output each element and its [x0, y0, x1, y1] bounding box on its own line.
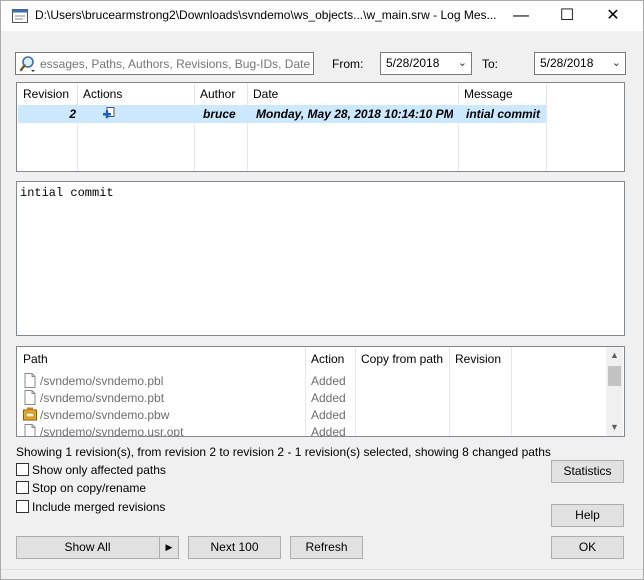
column-divider	[546, 105, 547, 171]
help-button[interactable]: Help	[551, 504, 624, 527]
status-text: Showing 1 revision(s), from revision 2 t…	[16, 445, 551, 459]
dropdown-arrow-icon[interactable]: ▶	[159, 537, 178, 558]
path-cell: /svndemo/svndemo.pbl	[40, 374, 164, 388]
checkbox-label: Stop on copy/rename	[32, 481, 147, 495]
path-cell: /svndemo/svndemo.pbt	[40, 391, 165, 405]
column-header-revision[interactable]: Revision	[18, 83, 78, 105]
checkbox-box[interactable]	[16, 500, 29, 513]
revision-row[interactable]: 2 bruce Monday, May 28, 2018 10:14:10 PM…	[18, 105, 546, 123]
minimize-button[interactable]: —	[498, 1, 544, 31]
column-header-message[interactable]: Message	[459, 83, 547, 105]
search-icon[interactable]	[19, 55, 37, 73]
path-cell: /svndemo/svndemo.usr.opt	[40, 425, 184, 437]
maximize-button[interactable]: ☐	[544, 1, 590, 31]
show-affected-paths-checkbox[interactable]: Show only affected paths	[16, 463, 316, 479]
scroll-thumb[interactable]	[608, 366, 621, 386]
chevron-down-icon[interactable]: ⌄	[612, 53, 621, 74]
log-message-text[interactable]: intial commit	[16, 181, 625, 336]
action-cell: Added	[311, 408, 346, 422]
scroll-up-arrow-icon[interactable]: ▲	[606, 347, 623, 364]
checkbox-label: Show only affected paths	[32, 463, 166, 477]
column-header-author[interactable]: Author	[195, 83, 248, 105]
to-date-value: 5/28/2018	[540, 56, 594, 70]
search-input[interactable]	[40, 55, 310, 72]
show-all-label: Show All	[64, 540, 111, 554]
stop-on-copy-checkbox[interactable]: Stop on copy/rename	[16, 481, 316, 497]
added-action-icon	[103, 107, 115, 119]
file-icon	[24, 424, 36, 436]
path-row[interactable]: /svndemo/svndemo.pbw Added	[18, 406, 606, 423]
revision-number: 2	[69, 107, 76, 121]
column-header-date[interactable]: Date	[248, 83, 459, 105]
from-label: From:	[332, 57, 364, 71]
to-date-picker[interactable]: 5/28/2018 ⌄	[534, 52, 626, 75]
close-button[interactable]: ✕	[590, 1, 636, 31]
changed-paths-list[interactable]: Path Action Copy from path Revision /svn…	[16, 346, 625, 437]
column-header-action[interactable]: Action	[306, 347, 356, 371]
file-icon	[24, 373, 36, 388]
window-title: D:\Users\brucearmstrong2\Downloads\svnde…	[35, 8, 497, 22]
checkbox-box[interactable]	[16, 481, 29, 494]
show-all-button[interactable]: Show All ▶	[16, 536, 179, 559]
paths-scrollbar[interactable]: ▲ ▼	[606, 347, 623, 436]
from-date-value: 5/28/2018	[386, 56, 440, 70]
workspace-icon	[23, 407, 37, 421]
path-cell: /svndemo/svndemo.pbw	[40, 408, 170, 422]
from-date-picker[interactable]: 5/28/2018 ⌄	[380, 52, 472, 75]
action-cell: Added	[311, 374, 346, 388]
path-row[interactable]: /svndemo/svndemo.usr.opt Added	[18, 423, 606, 437]
author-cell: bruce	[203, 107, 236, 121]
action-cell: Added	[311, 425, 346, 437]
to-label: To:	[482, 57, 499, 71]
window-bottom-edge	[1, 569, 643, 570]
column-header-path[interactable]: Path	[18, 347, 306, 371]
refresh-button[interactable]: Refresh	[290, 536, 363, 559]
message-cell: intial commit	[466, 107, 541, 121]
path-row[interactable]: /svndemo/svndemo.pbt Added	[18, 389, 606, 406]
revisions-list[interactable]: Revision Actions Author Date Message 2 b…	[16, 82, 625, 172]
checkbox-box[interactable]	[16, 463, 29, 476]
column-header-actions[interactable]: Actions	[78, 83, 195, 105]
app-icon	[12, 9, 28, 23]
column-header-copy-from-path[interactable]: Copy from path	[356, 347, 450, 371]
log-messages-window: D:\Users\brucearmstrong2\Downloads\svnde…	[0, 0, 644, 580]
ok-button[interactable]: OK	[551, 536, 624, 559]
title-bar[interactable]: D:\Users\brucearmstrong2\Downloads\svnde…	[1, 1, 643, 31]
checkbox-label: Include merged revisions	[32, 500, 166, 514]
search-box[interactable]	[15, 52, 314, 75]
path-row[interactable]: /svndemo/svndemo.pbl Added	[18, 372, 606, 389]
date-cell: Monday, May 28, 2018 10:14:10 PM	[256, 107, 453, 121]
action-cell: Added	[311, 391, 346, 405]
chevron-down-icon[interactable]: ⌄	[458, 53, 467, 74]
include-merged-checkbox[interactable]: Include merged revisions	[16, 500, 316, 516]
statistics-button[interactable]: Statistics	[551, 460, 624, 483]
scroll-down-arrow-icon[interactable]: ▼	[606, 419, 623, 436]
file-icon	[24, 390, 36, 405]
column-header-revision[interactable]: Revision	[450, 347, 512, 371]
next-100-button[interactable]: Next 100	[188, 536, 281, 559]
